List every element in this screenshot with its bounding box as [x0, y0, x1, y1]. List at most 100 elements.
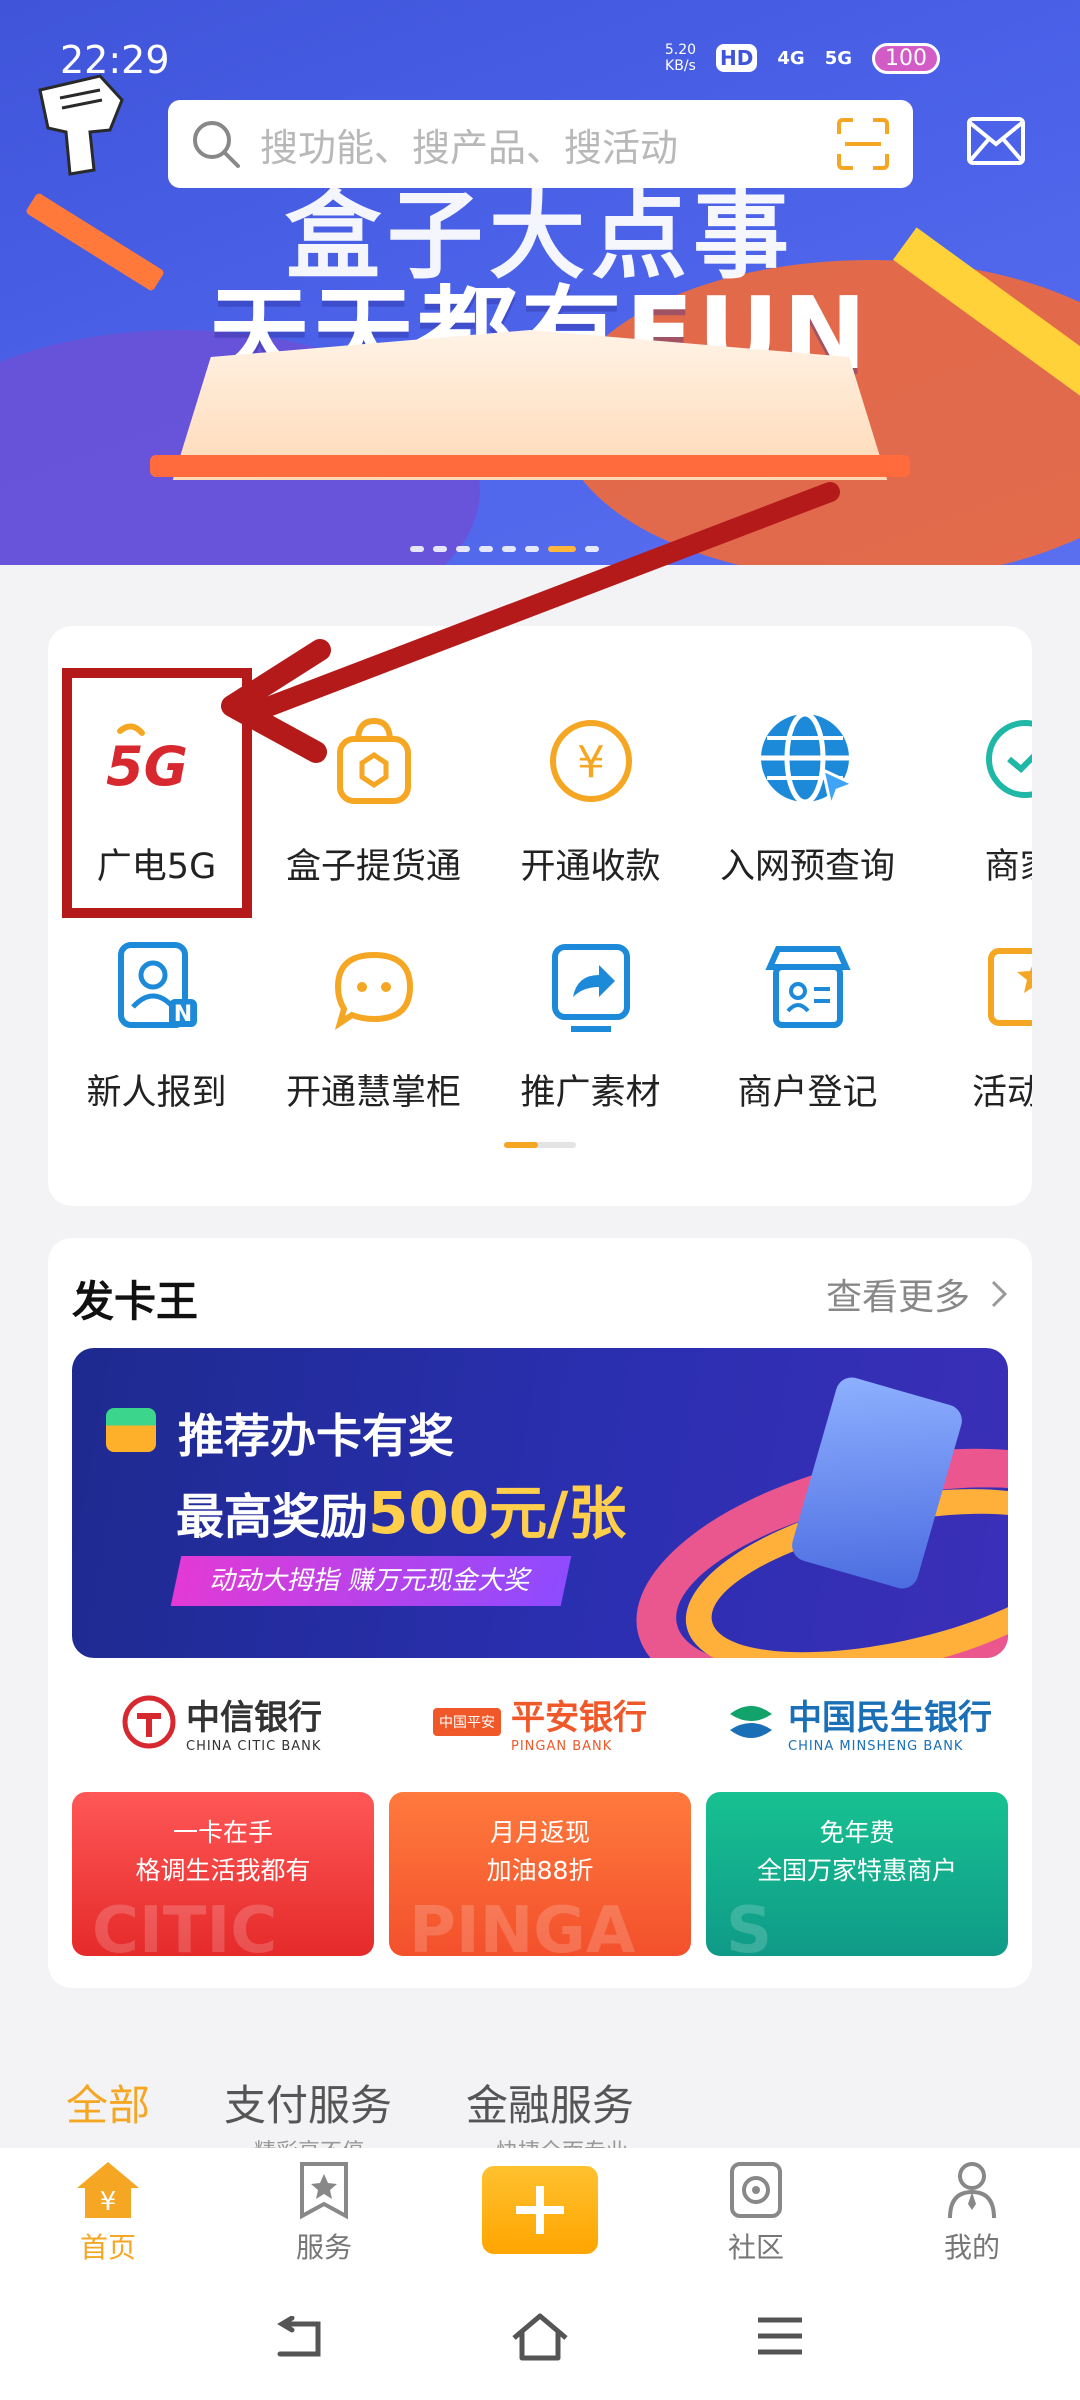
promo-tag: 动动大拇指 赚万元现金大奖: [170, 1556, 572, 1606]
view-more-link[interactable]: 查看更多: [826, 1268, 1008, 1320]
grid-pager-active: [504, 1142, 538, 1148]
grid-pager: [504, 1142, 576, 1148]
nav-home[interactable]: ¥ 首页: [38, 2160, 178, 2266]
back-icon[interactable]: [272, 2316, 328, 2362]
nav-me[interactable]: 我的: [902, 2160, 1042, 2266]
func-item-merchant[interactable]: 商家i: [916, 706, 1032, 889]
function-row: N 新人报到 开通慧掌柜 推广素材 商户登记 活动: [48, 932, 1032, 1115]
bank-card-minsheng[interactable]: 免年费 全国万家特惠商户 S: [706, 1792, 1008, 1956]
mascot-icon: [38, 74, 124, 176]
bank-card-pingan[interactable]: 月月返现 加油88折 PINGA: [389, 1792, 691, 1956]
func-label: 开通收款: [520, 847, 661, 887]
bank-card-watermark: CITIC: [92, 1894, 278, 1956]
tab-payment-service[interactable]: 支付服务: [224, 2072, 392, 2133]
smile-bubble-icon: [334, 951, 413, 1031]
scan-icon[interactable]: [835, 116, 891, 172]
home-nav-icon[interactable]: [510, 2312, 570, 2362]
nav-community[interactable]: 社区: [686, 2160, 826, 2266]
func-label: 开通慧掌柜: [285, 1073, 461, 1113]
category-tabs: 全部 支付服务 金融服务: [66, 2072, 634, 2133]
pagination-dot: [479, 546, 493, 552]
func-item-payment[interactable]: ¥ 开通收款: [482, 706, 699, 889]
func-item-newcomer[interactable]: N 新人报到: [48, 932, 265, 1115]
bank-card-watermark: PINGA: [409, 1894, 636, 1956]
nav-label: 我的: [943, 2231, 1000, 2264]
bank-card-watermark: S: [726, 1894, 773, 1956]
net-speed-value: 5.20: [664, 42, 697, 58]
pagination-dot: [410, 546, 424, 552]
bank-name-en: CHINA MINSHENG BANK: [788, 1739, 964, 1754]
new-user-icon: N: [117, 942, 197, 1028]
bank-card-line: 月月返现: [489, 1818, 590, 1847]
func-label: 活动专: [971, 1073, 1032, 1113]
app-screen: 盒子大点事 天天都有FUN 22:29 5.20 KB/s HD 4G 5G 1…: [0, 0, 1080, 2400]
tab-all[interactable]: 全部: [66, 2072, 150, 2133]
highlight-box: [62, 668, 252, 918]
bank-card-line: 格调生活我都有: [135, 1856, 311, 1885]
func-item-pickup[interactable]: 盒子提货通: [265, 706, 482, 889]
nav-service[interactable]: 服务: [254, 2160, 394, 2266]
yuan-coin-icon: ¥: [549, 720, 632, 802]
func-item-smart-manager[interactable]: 开通慧掌柜: [265, 932, 482, 1115]
nav-label: 社区: [727, 2231, 784, 2264]
system-nav-bar: [0, 2274, 1080, 2400]
signal-5g-icon: 5G: [824, 47, 852, 69]
minsheng-logo-icon: [730, 1706, 772, 1738]
signal-4g-icon: 4G: [777, 47, 805, 69]
bank-logo-pingan[interactable]: 中国平安 平安银行 PINGAN BANK: [390, 1690, 690, 1754]
func-label: 商家i: [984, 847, 1032, 887]
func-item-precheck[interactable]: 入网预查询: [699, 706, 916, 889]
card-promo-banner[interactable]: 推荐办卡有奖 最高奖励500元/张 动动大拇指 赚万元现金大奖: [72, 1348, 1008, 1658]
card-king-section: 发卡王 查看更多 推荐办卡有奖 最高奖励500元/张 动动大拇指 赚万元现金大奖: [48, 1238, 1032, 1988]
bookmark-star-icon: [300, 2162, 348, 2220]
bank-logo-citic[interactable]: 中信银行 CHINA CITIC BANK: [72, 1690, 372, 1754]
status-indicators: 5.20 KB/s HD 4G 5G 100: [665, 42, 940, 74]
search-bar[interactable]: 搜功能、搜产品、搜活动: [168, 100, 913, 188]
pagination-dot: [456, 546, 470, 552]
globe-icon: [760, 711, 857, 812]
bottom-nav: ¥ 首页 服务 社区 我的: [0, 2148, 1080, 2274]
func-label: 推广素材: [520, 1073, 661, 1113]
pagination-dot: [525, 546, 539, 552]
bank-name: 中信银行: [186, 1698, 322, 1738]
chat-check-icon: [985, 720, 1032, 798]
func-item-merchant-register[interactable]: 商户登记: [699, 932, 916, 1115]
net-speed-unit: KB/s: [665, 58, 696, 74]
search-placeholder: 搜功能、搜产品、搜活动: [260, 125, 679, 170]
bank-name: 平安银行: [511, 1698, 647, 1738]
bank-name-en: PINGAN BANK: [511, 1739, 613, 1754]
pingan-badge: 中国平安: [433, 1708, 501, 1736]
pagination-dot: [585, 546, 599, 552]
svg-text:N: N: [173, 1002, 191, 1027]
store-icon: [764, 946, 851, 1028]
add-button[interactable]: [482, 2166, 598, 2254]
nav-label: 服务: [295, 2231, 352, 2264]
svg-text:¥: ¥: [577, 737, 605, 788]
bank-card-citic[interactable]: 一卡在手 格调生活我都有 CITIC: [72, 1792, 374, 1956]
search-icon: [193, 121, 240, 168]
bank-card-row: 一卡在手 格调生活我都有 CITIC 月月返现 加油88折 PINGA 免年费 …: [72, 1792, 1008, 1956]
citic-logo-icon: [122, 1695, 176, 1749]
plus-icon: [516, 2186, 564, 2234]
func-item-activity[interactable]: 活动专: [916, 932, 1032, 1115]
func-label: 商户登记: [737, 1073, 878, 1113]
func-item-promo-material[interactable]: 推广素材: [482, 932, 699, 1115]
bank-card-line: 全国万家特惠商户: [756, 1856, 957, 1885]
bank-card-line: 加油88折: [486, 1856, 594, 1885]
func-label: 新人报到: [86, 1073, 227, 1113]
promo-banner[interactable]: 盒子大点事 天天都有FUN: [0, 0, 1080, 565]
bank-logo-minsheng[interactable]: 中国民生银行 CHINA MINSHENG BANK: [708, 1690, 1008, 1754]
bank-name: 中国民生银行: [788, 1698, 992, 1738]
hd-badge: HD: [716, 44, 758, 72]
chevron-right-icon: [991, 1280, 1008, 1308]
book-edge: [150, 455, 910, 477]
tab-finance-service[interactable]: 金融服务: [466, 2072, 634, 2133]
func-label: 盒子提货通: [285, 847, 461, 887]
menu-icon[interactable]: [756, 2316, 804, 2356]
shopping-bag-icon: [336, 717, 411, 804]
network-speed: 5.20 KB/s: [665, 42, 696, 74]
view-more-label: 查看更多: [825, 1277, 970, 1318]
pagination-dot: [502, 546, 516, 552]
promo-headline: 推荐办卡有奖: [178, 1409, 454, 1463]
mail-icon[interactable]: [966, 116, 1026, 166]
